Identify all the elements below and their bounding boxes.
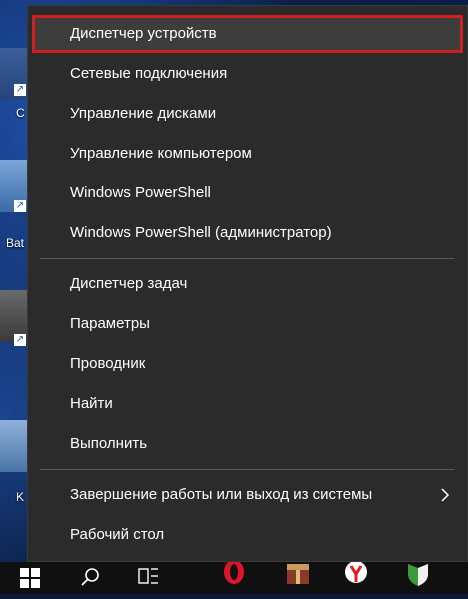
- shortcut-arrow-icon: ↗: [14, 200, 26, 212]
- menu-item-label: Управление компьютером: [70, 145, 252, 162]
- taskbar: [0, 560, 468, 594]
- menu-item-task-manager[interactable]: Диспетчер задач: [32, 265, 463, 303]
- menu-item-desktop[interactable]: Рабочий стол: [32, 516, 463, 554]
- archive-app-icon[interactable]: [284, 562, 312, 594]
- menu-item-label: Диспетчер задач: [70, 275, 188, 292]
- menu-item-label: Выполнить: [70, 435, 148, 452]
- menu-separator: [40, 469, 455, 470]
- win-x-context-menu: Диспетчер устройств Сетевые подключения …: [27, 5, 468, 562]
- shortcut-arrow-icon: ↗: [14, 334, 26, 346]
- opera-icon[interactable]: [220, 560, 248, 594]
- menu-item-label: Диспетчер устройств: [70, 25, 217, 42]
- menu-item-label: Найти: [70, 395, 113, 412]
- desktop-shortcut-2-label: Bat: [6, 236, 25, 250]
- task-view-icon[interactable]: [136, 562, 162, 594]
- search-icon[interactable]: [78, 562, 102, 594]
- menu-item-label: Сетевые подключения: [70, 65, 228, 82]
- windows-start-icon[interactable]: [18, 562, 42, 594]
- desktop-shortcut-4-label: K: [16, 490, 25, 504]
- menu-item-powershell[interactable]: Windows PowerShell: [32, 174, 463, 212]
- menu-item-powershell-admin[interactable]: Windows PowerShell (администратор): [32, 214, 463, 252]
- green-shield-app-icon[interactable]: [404, 562, 432, 594]
- menu-item-explorer[interactable]: Проводник: [32, 345, 463, 383]
- menu-item-shutdown-signout[interactable]: Завершение работы или выход из системы: [32, 476, 463, 514]
- menu-item-label: Рабочий стол: [70, 526, 165, 543]
- menu-item-search[interactable]: Найти: [32, 385, 463, 423]
- menu-separator: [40, 258, 455, 259]
- menu-item-run[interactable]: Выполнить: [32, 425, 463, 463]
- yandex-browser-icon[interactable]: [342, 561, 370, 594]
- menu-item-label: Завершение работы или выход из системы: [70, 486, 373, 503]
- menu-item-label: Управление дисками: [70, 105, 217, 122]
- menu-item-label: Windows PowerShell (администратор): [70, 224, 332, 241]
- menu-item-device-manager[interactable]: Диспетчер устройств: [32, 15, 463, 53]
- menu-item-label: Параметры: [70, 315, 150, 332]
- menu-item-computer-management[interactable]: Управление компьютером: [32, 135, 463, 173]
- desktop-shortcut-1-label: C: [16, 106, 25, 120]
- menu-item-settings[interactable]: Параметры: [32, 305, 463, 343]
- menu-item-network-connections[interactable]: Сетевые подключения: [32, 55, 463, 93]
- menu-item-label: Проводник: [70, 355, 146, 372]
- menu-item-disk-management[interactable]: Управление дисками: [32, 95, 463, 133]
- chevron-right-icon: [437, 476, 453, 514]
- shortcut-arrow-icon: ↗: [14, 84, 26, 96]
- menu-item-label: Windows PowerShell: [70, 184, 211, 201]
